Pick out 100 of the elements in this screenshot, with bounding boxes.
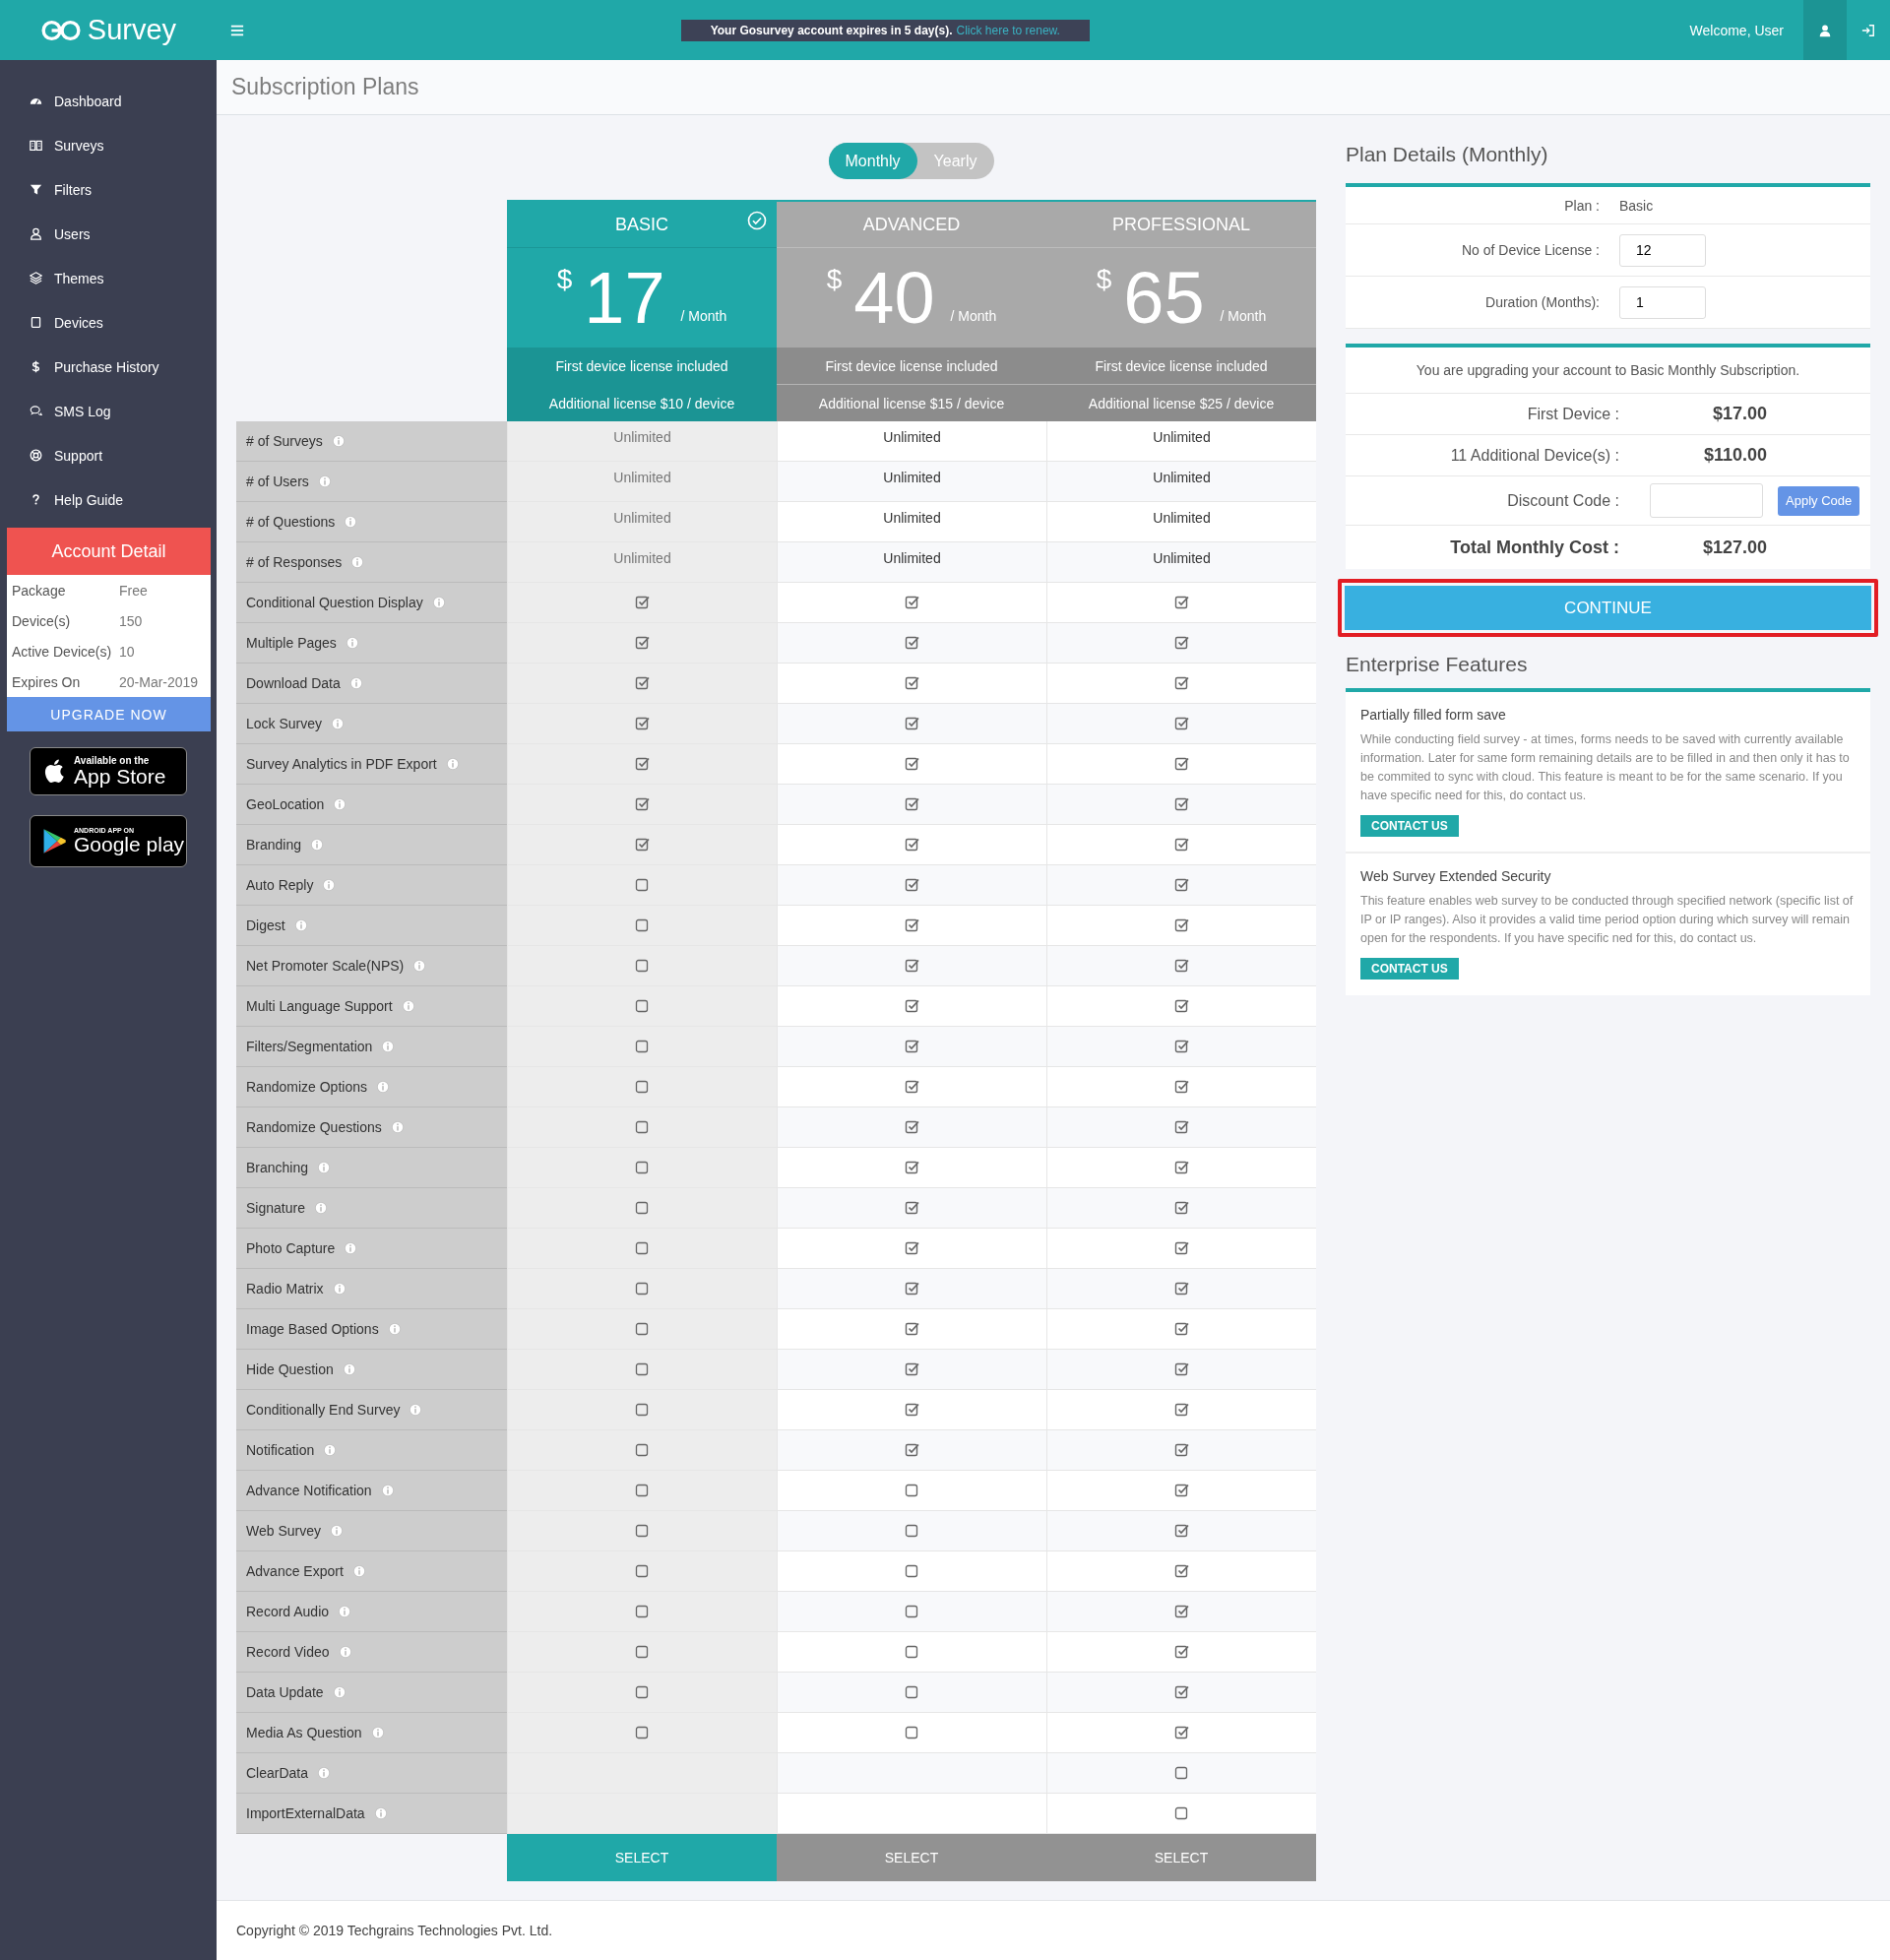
feature-name: Survey Analytics in PDF Export: [246, 756, 437, 772]
nav-item[interactable]: Purchase History: [0, 345, 217, 389]
field-value: Basic: [1619, 197, 1654, 214]
tablet-icon: [30, 316, 42, 329]
feature-title: Web Survey Extended Security: [1360, 868, 1552, 884]
info-icon: [338, 1605, 352, 1618]
summary-label: Total Monthly Cost :: [1449, 537, 1619, 558]
feature-name: Conditional Question Display: [246, 595, 423, 610]
page-title: Subscription Plans: [231, 74, 419, 100]
info-icon: [380, 1484, 395, 1497]
info-icon: [409, 1403, 423, 1417]
amount: $110.00: [1702, 445, 1767, 466]
welcome-text: Welcome, User: [1689, 22, 1784, 38]
discount-field[interactable]: [1650, 483, 1763, 518]
info-icon: [390, 1120, 405, 1134]
feature-name: Digest: [246, 917, 285, 933]
table-cell: Unlimited: [507, 421, 777, 462]
feature-name: Data Update: [246, 1684, 324, 1700]
field-label: Duration (Months):: [1484, 294, 1600, 310]
info-icon: [401, 999, 415, 1013]
nav-item[interactable]: Themes: [0, 256, 217, 300]
input-field[interactable]: 12: [1619, 233, 1706, 267]
price-period: / Month: [1220, 308, 1267, 324]
info-icon: [350, 555, 365, 569]
feature-name: ImportExternalData: [246, 1805, 365, 1821]
notice-text: Your Gosurvey account expires in 5 day(s).: [710, 23, 953, 37]
info-icon: [332, 1282, 346, 1296]
feature-name: # of Questions: [246, 514, 336, 530]
info-icon: [331, 434, 346, 448]
table-cell: Unlimited: [777, 421, 1046, 462]
help-icon: [30, 493, 42, 506]
nav-item[interactable]: Filters: [0, 167, 217, 212]
feature-name: Advance Export: [246, 1563, 344, 1579]
info-icon: [344, 1241, 358, 1255]
detail-label: Device(s): [12, 612, 72, 629]
license-note: Additional license $10 / device: [507, 385, 777, 421]
feature-name: Hide Question: [246, 1361, 334, 1377]
feature-name: Signature: [246, 1200, 305, 1216]
info-icon: [317, 474, 332, 488]
user-button[interactable]: [1803, 0, 1847, 60]
table-cell: Unlimited: [507, 462, 777, 502]
dollar-icon: [30, 360, 42, 373]
nav-item[interactable]: SMS Log: [0, 389, 217, 433]
detail-value: 150: [119, 612, 143, 629]
feature-name: # of Responses: [246, 554, 343, 570]
info-icon: [373, 1806, 388, 1820]
license-note: Additional license $15 / device: [777, 385, 1046, 421]
nav-item[interactable]: Devices: [0, 300, 217, 345]
license-note: First device license included: [777, 348, 1046, 385]
user-icon: [1818, 23, 1832, 37]
book-icon: [30, 139, 42, 152]
info-icon: [351, 1564, 366, 1578]
feature-name: Record Audio: [246, 1604, 330, 1619]
nav-item[interactable]: Surveys: [0, 123, 217, 167]
feature-name: ClearData: [246, 1765, 309, 1781]
info-icon: [332, 1685, 346, 1699]
table-cell: Unlimited: [1046, 421, 1316, 462]
feature-name: Multiple Pages: [246, 635, 337, 651]
feature-description: While conducting field survey - at times, forms needs to be saved with currently available information. Later for same form remaining details are to be filled in and then only it has to be commited to sync with cloud. This feature is meant to be for the same scenario. If you have specific need for this, do contact us.: [1360, 731, 1851, 804]
info-icon: [333, 797, 347, 811]
info-icon: [387, 1322, 402, 1336]
plan-name: PROFESSIONAL: [1111, 214, 1250, 235]
info-icon: [317, 1161, 332, 1174]
info-icon: [338, 1645, 352, 1659]
feature-name: Download Data: [246, 675, 341, 691]
plan-name: BASIC: [615, 214, 668, 235]
check-circle-icon: [747, 211, 767, 230]
feature-name: Radio Matrix: [246, 1281, 324, 1296]
info-icon: [293, 918, 308, 932]
license-note: Additional license $25 / device: [1046, 385, 1316, 421]
detail-value: 10: [119, 643, 135, 660]
detail-value: 20-Mar-2019: [119, 673, 199, 690]
feature-name: Auto Reply: [246, 877, 314, 893]
apple-icon: [42, 758, 66, 785]
info-icon: [313, 1201, 328, 1215]
nav-item[interactable]: Support: [0, 433, 217, 477]
layers-icon: [30, 272, 42, 285]
nav-item[interactable]: Users: [0, 212, 217, 256]
copyright-text: Copyright © 2019 Techgrains Technologies Pvt. Ltd.: [236, 1923, 553, 1938]
license-note: First device license included: [507, 348, 777, 385]
upgrade-message: You are upgrading your account to Basic Monthly Subscription.: [1416, 362, 1800, 378]
nav-item[interactable]: Help Guide: [0, 477, 217, 522]
plan-name: ADVANCED: [862, 214, 961, 235]
info-icon: [375, 1080, 390, 1094]
input-field[interactable]: 1: [1619, 285, 1706, 319]
panel-title: Account Detail: [7, 528, 211, 575]
info-icon: [370, 1726, 385, 1739]
menu-icon: [230, 23, 244, 37]
nav-item[interactable]: Dashboard: [0, 79, 217, 123]
renew-link[interactable]: Click here to renew.: [956, 23, 1060, 37]
info-icon: [412, 959, 427, 973]
feature-name: Lock Survey: [246, 716, 323, 731]
section-title: Enterprise Features: [1346, 653, 1529, 676]
table-cell: Unlimited: [1046, 542, 1316, 583]
info-icon: [323, 1443, 338, 1457]
feature-name: Randomize Questions: [246, 1119, 382, 1135]
detail-label: Active Device(s): [12, 643, 113, 660]
field-label: No of Device License :: [1460, 242, 1600, 258]
field-label: Plan :: [1563, 197, 1600, 214]
store-badge[interactable]: Available on the App Store: [30, 747, 187, 795]
